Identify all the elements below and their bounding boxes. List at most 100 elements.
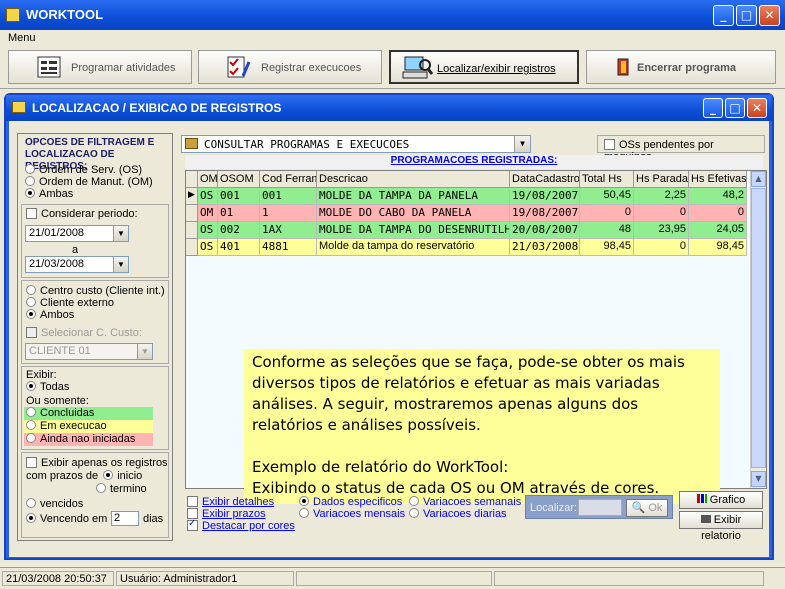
table-cell[interactable]: 0 <box>634 239 689 256</box>
pending-machines-checkbox[interactable]: OSs pendentes por maquinas <box>597 135 765 163</box>
both-radio[interactable]: Ambas <box>25 188 73 201</box>
table-cell[interactable]: MOLDE DA TAMPA DO DESENRUTILH <box>317 222 510 239</box>
maximize-button[interactable]: □ <box>736 5 757 26</box>
door-exit-icon <box>617 58 629 76</box>
scroll-thumb[interactable] <box>751 188 766 468</box>
table-cell[interactable]: 1AX <box>260 222 317 239</box>
expiring-radio[interactable]: Vencendo em <box>26 513 107 526</box>
inner-minimize-button[interactable]: _ <box>703 98 723 118</box>
table-cell[interactable]: 24,05 <box>689 222 747 239</box>
table-cell[interactable]: MOLDE DA TAMPA DA PANELA <box>317 188 510 205</box>
table-cell[interactable]: 19/08/2007 <box>510 205 580 222</box>
grid-header[interactable]: OSOM <box>218 171 260 188</box>
scroll-down-button[interactable]: ▼ <box>751 471 766 487</box>
app-title: WORKTOOL <box>26 7 104 22</box>
weekly-radio[interactable]: Variacoes semanais <box>409 496 521 508</box>
select-cost-checkbox[interactable]: Selecionar C. Custo: <box>26 327 142 340</box>
table-cell[interactable]: Molde da tampa do reservatório <box>317 239 510 256</box>
table-cell[interactable]: 001 <box>260 188 317 205</box>
days-input[interactable]: 2 <box>111 511 139 526</box>
close-button[interactable]: ✕ <box>759 5 780 26</box>
query-select[interactable]: CONSULTAR PROGRAMAS E EXECUCOES ▼ <box>181 135 531 153</box>
locate-ok-button[interactable]: 🔍 Ok <box>626 499 668 517</box>
table-row[interactable]: OS 401 4881 Molde da tampa do reservatório 2… <box>186 239 751 256</box>
daily-radio[interactable]: Variacoes diarias <box>409 508 507 520</box>
grid-header[interactable]: Hs Parada <box>634 171 689 188</box>
register-executions-button[interactable]: Registrar execucoes <box>198 50 382 84</box>
table-cell[interactable]: 001 <box>218 188 260 205</box>
row-selector[interactable] <box>186 239 198 256</box>
register-executions-label: Registrar execucoes <box>261 62 362 74</box>
table-cell[interactable]: 4881 <box>260 239 317 256</box>
show-report-button[interactable]: Exibir relatorio <box>679 511 763 542</box>
table-cell[interactable]: 1 <box>260 205 317 222</box>
grid-header[interactable]: OM <box>198 171 218 188</box>
table-cell[interactable]: 21/03/2008 <box>510 239 580 256</box>
table-cell[interactable]: 50,45 <box>580 188 634 205</box>
minimize-button[interactable]: _ <box>713 5 734 26</box>
menu-item[interactable]: Menu <box>8 32 36 44</box>
table-cell[interactable]: 401 <box>218 239 260 256</box>
table-cell[interactable]: 002 <box>218 222 260 239</box>
show-label: Exibir: <box>26 369 57 381</box>
table-cell[interactable]: MOLDE DO CABO DA PANELA <box>317 205 510 222</box>
exit-program-label: Encerrar programa <box>637 62 737 74</box>
records-grid[interactable]: OM OSOM Cod Ferram Descricao DataCadastr… <box>185 170 767 504</box>
date-from-select[interactable]: 21/01/2008 ▼ <box>25 225 129 242</box>
table-cell[interactable]: OS <box>198 239 218 256</box>
grid-header[interactable]: Total Hs <box>580 171 634 188</box>
table-cell[interactable]: 0 <box>689 205 747 222</box>
table-cell[interactable]: 48,2 <box>689 188 747 205</box>
table-cell[interactable]: OS <box>198 222 218 239</box>
table-cell[interactable]: 19/08/2007 <box>510 188 580 205</box>
highlight-colors-checkbox[interactable]: Destacar por cores <box>187 518 295 533</box>
table-cell[interactable]: 0 <box>580 205 634 222</box>
inner-close-button[interactable]: ✕ <box>747 98 767 118</box>
grid-header[interactable]: DataCadastro <box>510 171 580 188</box>
locate-window-body: OPCOES DE FILTRAGEM E LOCALIZACAO DE REG… <box>9 121 769 557</box>
specific-data-radio[interactable]: Dados especificos <box>299 496 402 508</box>
table-cell[interactable]: 2,25 <box>634 188 689 205</box>
period-checkbox[interactable]: Considerar periodo: <box>26 208 138 221</box>
table-cell[interactable]: OS <box>198 188 218 205</box>
grid-scrollbar[interactable]: ▲ ▼ <box>750 171 766 488</box>
locate-input[interactable] <box>578 499 622 516</box>
table-cell[interactable]: 48 <box>580 222 634 239</box>
table-cell[interactable]: 98,45 <box>689 239 747 256</box>
both-clients-radio[interactable]: Ambos <box>26 309 74 322</box>
chart-button[interactable]: Grafico <box>679 491 763 509</box>
inner-maximize-button[interactable]: □ <box>725 98 745 118</box>
date-to-select[interactable]: 21/03/2008 ▼ <box>25 256 129 273</box>
table-row[interactable]: ▶ OS 001 001 MOLDE DA TAMPA DA PANELA 19/08/2… <box>186 188 751 205</box>
search-icon: 🔍 <box>631 502 646 514</box>
table-cell[interactable]: 23,95 <box>634 222 689 239</box>
results-area: CONSULTAR PROGRAMAS E EXECUCOES ▼ OSs pe… <box>179 133 767 542</box>
all-radio[interactable]: Todas <box>26 381 69 394</box>
exit-program-button[interactable]: Encerrar programa <box>586 50 776 84</box>
expired-radio[interactable]: vencidos <box>26 498 83 511</box>
locate-records-button[interactable]: Localizar/exibir registros <box>389 50 579 84</box>
table-row[interactable]: OM 01 1 MOLDE DO CABO DA PANELA 19/08/2007 0 0… <box>186 205 751 222</box>
grid-header[interactable]: Hs Efetivas <box>689 171 747 188</box>
row-selector[interactable] <box>186 222 198 239</box>
table-cell[interactable]: 0 <box>634 205 689 222</box>
program-activities-button[interactable]: Programar atividades <box>8 50 192 84</box>
monthly-radio[interactable]: Variacoes mensais <box>299 508 405 520</box>
running-radio[interactable]: Em execucao <box>24 420 153 433</box>
deadline-end-radio[interactable]: termino <box>96 483 147 496</box>
row-selector[interactable] <box>186 205 198 222</box>
deadline-start-radio[interactable]: com prazos de inicio <box>26 470 142 483</box>
done-radio[interactable]: Concluidas <box>24 407 153 420</box>
only-regs-checkbox[interactable]: Exibir apenas os registros <box>26 457 168 470</box>
not-started-radio[interactable]: Ainda nao iniciadas <box>24 433 153 446</box>
row-selector[interactable]: ▶ <box>186 188 198 205</box>
grid-header[interactable]: Cod Ferram <box>260 171 317 188</box>
table-cell[interactable]: 01 <box>218 205 260 222</box>
table-row[interactable]: OS 002 1AX MOLDE DA TAMPA DO DESENRUTILH 20/… <box>186 222 751 239</box>
table-cell[interactable]: 98,45 <box>580 239 634 256</box>
scroll-up-button[interactable]: ▲ <box>751 171 766 187</box>
client-select[interactable]: CLIENTE 01 ▼ <box>25 343 153 360</box>
table-cell[interactable]: 20/08/2007 <box>510 222 580 239</box>
table-cell[interactable]: OM <box>198 205 218 222</box>
grid-header[interactable]: Descricao <box>317 171 510 188</box>
